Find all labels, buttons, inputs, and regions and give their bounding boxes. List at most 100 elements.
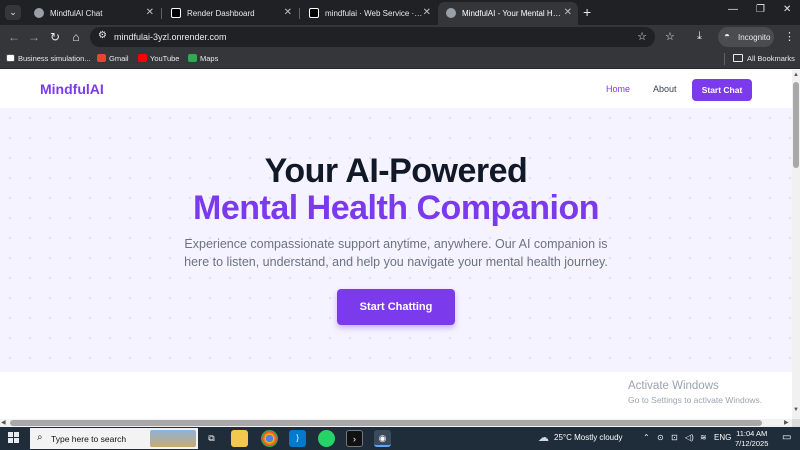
- clock-time: 11:04 AM: [736, 429, 768, 438]
- extensions-icon[interactable]: ☆: [665, 30, 675, 43]
- scrollbar-corner: [792, 419, 800, 427]
- system-clock[interactable]: 11:04 AM 7/12/2025: [735, 429, 768, 449]
- close-icon[interactable]: ✕: [284, 7, 292, 18]
- windows-start-icon[interactable]: [8, 432, 20, 444]
- incognito-badge[interactable]: ◓ Incognito: [718, 27, 774, 47]
- notification-icon[interactable]: ▭: [782, 432, 791, 443]
- activate-windows-watermark: Activate Windows Go to Settings to activ…: [628, 380, 762, 405]
- vscode-icon[interactable]: ⟩: [289, 430, 306, 447]
- all-bookmarks-label: All Bookmarks: [747, 54, 795, 63]
- url-text: mindfulai-3yzl.onrender.com: [114, 32, 227, 42]
- browser-toolbar: ← → ↻ ⌂ ⚙ mindfulai-3yzl.onrender.com ☆ …: [0, 25, 800, 49]
- horizontal-scrollbar[interactable]: ◀ ▶: [0, 419, 792, 427]
- tab-label: MindfulAI Chat: [50, 9, 103, 18]
- taskbar-search-box[interactable]: ⌕ Type here to search: [30, 428, 198, 449]
- globe-icon: [446, 8, 456, 18]
- restore-icon[interactable]: ❐: [756, 4, 765, 15]
- tab-search-icon[interactable]: ⌄: [5, 5, 21, 20]
- start-chat-button[interactable]: Start Chat: [692, 79, 752, 101]
- browser-menu-icon[interactable]: ⋮: [784, 30, 795, 43]
- close-icon[interactable]: ✕: [423, 7, 431, 18]
- window-close-icon[interactable]: ✕: [783, 4, 791, 15]
- bookmarks-divider: [724, 53, 725, 65]
- scroll-up-icon[interactable]: ▲: [793, 72, 799, 78]
- clock-date: 7/12/2025: [735, 439, 769, 448]
- forward-icon[interactable]: →: [26, 29, 42, 45]
- terminal-icon[interactable]: ›: [346, 430, 363, 447]
- close-icon[interactable]: ✕: [146, 7, 154, 18]
- weather-widget[interactable]: ☁ 25°C Mostly cloudy: [538, 432, 623, 444]
- site-header: MindfulAI Home About Start Chat: [0, 70, 792, 108]
- tab-web-service[interactable]: mindfulai · Web Service · Rend ✕: [301, 2, 437, 25]
- bookmarks-bar: Business simulation... Gmail YouTube Map…: [0, 49, 800, 69]
- nav-about-link[interactable]: About: [653, 84, 677, 94]
- tab-divider: [161, 8, 162, 19]
- bookmark-maps[interactable]: Maps: [188, 54, 218, 63]
- globe-icon: [34, 8, 44, 18]
- bookmark-label: Business simulation...: [18, 54, 91, 63]
- watermark-subtitle: Go to Settings to activate Windows.: [628, 395, 763, 405]
- tab-render-dashboard[interactable]: Render Dashboard ✕: [163, 2, 298, 25]
- scroll-down-icon[interactable]: ▼: [793, 407, 799, 413]
- file-explorer-icon[interactable]: [231, 430, 248, 447]
- site-logo[interactable]: MindfulAI: [40, 81, 104, 97]
- hero-title-line1: Your AI-Powered: [264, 152, 528, 190]
- language-indicator[interactable]: ENG: [714, 433, 731, 442]
- render-logo-icon: [309, 8, 319, 18]
- tab-label: Render Dashboard: [187, 9, 255, 18]
- bookmark-star-icon[interactable]: ☆: [637, 30, 647, 43]
- close-icon[interactable]: ✕: [564, 7, 572, 18]
- wifi-icon[interactable]: ≋: [700, 433, 707, 442]
- all-bookmarks-button[interactable]: All Bookmarks: [733, 54, 795, 63]
- home-icon[interactable]: ⌂: [68, 29, 84, 45]
- bookmark-label: Maps: [200, 54, 219, 63]
- minimize-icon[interactable]: —: [728, 4, 738, 15]
- folder-icon: [733, 54, 743, 62]
- vertical-scroll-thumb[interactable]: [793, 82, 799, 168]
- search-icon: ⌕: [37, 432, 43, 443]
- task-view-icon[interactable]: ⧉: [203, 430, 220, 447]
- camera-icon[interactable]: ⊙: [657, 433, 664, 442]
- tab-mindfulai-home[interactable]: MindfulAI - Your Mental Health ✕: [438, 2, 578, 25]
- hero-title-line2: Mental Health Companion: [193, 189, 599, 227]
- network-icon[interactable]: ⊡: [671, 433, 678, 442]
- bookmark-business-simulation[interactable]: Business simulation...: [6, 54, 91, 63]
- weather-text: 25°C Mostly cloudy: [554, 433, 623, 442]
- new-tab-icon[interactable]: +: [583, 5, 591, 19]
- volume-icon[interactable]: ◁): [685, 433, 694, 442]
- bookmark-label: Gmail: [109, 54, 129, 63]
- download-icon[interactable]: ⤓: [697, 30, 702, 43]
- scroll-left-icon[interactable]: ◀: [1, 419, 6, 426]
- horizontal-scroll-thumb[interactable]: [10, 420, 762, 426]
- hero-subtitle: Experience compassionate support anytime…: [184, 237, 608, 269]
- site-info-icon[interactable]: ⚙: [98, 30, 107, 41]
- render-logo-icon: [171, 8, 181, 18]
- chrome-active-icon[interactable]: ◉: [374, 430, 391, 447]
- bookmark-gmail[interactable]: Gmail: [97, 54, 129, 63]
- incognito-label: Incognito: [738, 33, 771, 42]
- windows-taskbar: ⌕ Type here to search ⧉ ⟩ › ◉ ☁ 25°C Mos…: [0, 427, 800, 450]
- reload-icon[interactable]: ↻: [47, 29, 63, 45]
- tab-label: MindfulAI - Your Mental Health: [462, 9, 571, 18]
- youtube-icon: [138, 54, 147, 62]
- address-bar[interactable]: ⚙ mindfulai-3yzl.onrender.com ☆: [90, 27, 655, 47]
- tab-mindfulai-chat[interactable]: MindfulAI Chat ✕: [26, 2, 160, 25]
- vertical-scrollbar[interactable]: ▲ ▼: [792, 70, 800, 419]
- search-highlight-image: [150, 430, 196, 447]
- bookmark-youtube[interactable]: YouTube: [138, 54, 179, 63]
- sc-favicon-icon: [6, 54, 15, 62]
- tray-chevron-icon[interactable]: ⌃: [643, 433, 650, 442]
- tab-label: mindfulai · Web Service · Rend: [325, 9, 436, 18]
- browser-tab-strip: ⌄ MindfulAI Chat ✕ Render Dashboard ✕ mi…: [0, 0, 800, 25]
- maps-icon: [188, 54, 197, 62]
- chrome-icon[interactable]: [261, 430, 278, 447]
- watermark-title: Activate Windows: [628, 380, 719, 392]
- start-chatting-button[interactable]: Start Chatting: [337, 289, 455, 325]
- cloud-icon: ☁: [538, 432, 549, 444]
- incognito-icon: ◓: [724, 31, 731, 42]
- nav-home-link[interactable]: Home: [606, 84, 630, 94]
- back-icon[interactable]: ←: [6, 29, 22, 45]
- whatsapp-icon[interactable]: [318, 430, 335, 447]
- gmail-icon: [97, 54, 106, 62]
- scroll-right-icon[interactable]: ▶: [784, 419, 789, 426]
